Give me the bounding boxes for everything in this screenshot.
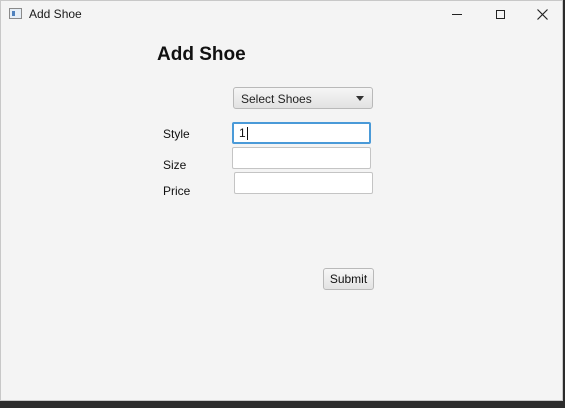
maximize-button[interactable] <box>478 1 522 27</box>
price-label: Price <box>163 184 191 198</box>
price-input[interactable] <box>234 172 373 194</box>
window-title: Add Shoe <box>29 7 82 21</box>
close-icon <box>536 8 548 20</box>
style-input-value: 1 <box>239 126 246 140</box>
minimize-icon <box>452 13 462 15</box>
app-icon <box>9 8 22 19</box>
submit-button[interactable]: Submit <box>323 268 374 290</box>
app-window: Add Shoe Add Shoe Select Shoes Style 1 S… <box>0 0 563 401</box>
close-button[interactable] <box>520 1 564 27</box>
chevron-down-icon <box>356 96 364 101</box>
shoe-select-dropdown[interactable]: Select Shoes <box>233 87 373 109</box>
size-label: Size <box>163 158 187 172</box>
title-bar[interactable]: Add Shoe <box>1 1 562 27</box>
maximize-icon <box>495 9 505 19</box>
shoe-select-value: Select Shoes <box>241 92 312 106</box>
style-label: Style <box>163 127 190 141</box>
text-caret <box>246 127 248 141</box>
page-title: Add Shoe <box>157 44 246 65</box>
style-input[interactable]: 1 <box>232 122 371 144</box>
size-input[interactable] <box>232 147 371 169</box>
desktop-background-strip <box>0 401 565 408</box>
minimize-button[interactable] <box>435 1 479 27</box>
